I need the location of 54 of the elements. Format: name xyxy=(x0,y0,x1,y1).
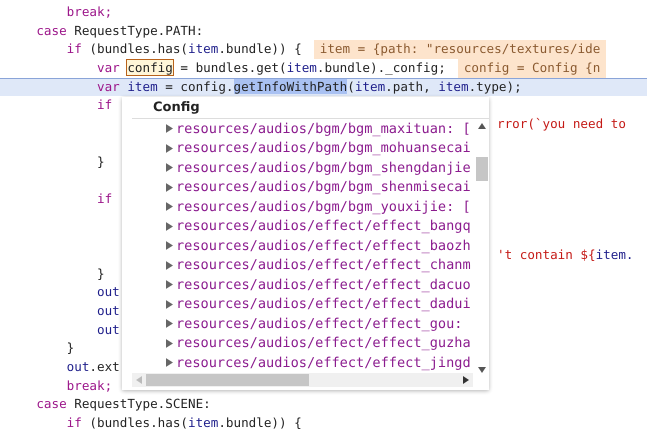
expand-caret-icon[interactable] xyxy=(166,182,173,192)
code-line: if (bundles.has(item.bundle)) { xyxy=(66,40,302,58)
code-line: out xyxy=(96,302,120,320)
code-line: case RequestType.PATH: xyxy=(35,22,204,40)
code-line: var item = config.getInfoWithPath(item.path, item.type); xyxy=(96,78,522,96)
property-item[interactable]: resources/audios/effect/effect_baozh xyxy=(122,236,475,256)
expand-caret-icon[interactable] xyxy=(166,260,173,270)
code-line: var config = bundles.get(item.bundle)._config; xyxy=(96,59,446,78)
property-item[interactable]: resources/audios/bgm/bgm_mohuansecai xyxy=(122,138,475,158)
expand-caret-icon[interactable] xyxy=(166,202,173,212)
expand-caret-icon[interactable] xyxy=(166,241,173,250)
code-line: if xyxy=(96,96,112,114)
expand-caret-icon[interactable] xyxy=(166,319,173,328)
code-line: } xyxy=(96,152,105,170)
code-line: break; xyxy=(66,376,112,395)
property-item[interactable]: resources/audios/effect/effect_dacuo xyxy=(122,275,475,294)
scroll-thumb[interactable] xyxy=(476,157,488,181)
scroll-down-icon[interactable] xyxy=(478,366,486,372)
expand-caret-icon[interactable] xyxy=(166,338,173,348)
scroll-right-icon[interactable] xyxy=(463,376,469,384)
code-line: case RequestType.SCENE: xyxy=(35,395,211,414)
code-line: out xyxy=(96,320,120,339)
value-hint: config = Config {n xyxy=(458,59,606,78)
code-line: rror(`you need to xyxy=(497,115,626,134)
expand-caret-icon[interactable] xyxy=(166,358,173,368)
code-line: } xyxy=(66,339,74,358)
property-item[interactable]: resources/audios/bgm/bgm_shengdanjie xyxy=(122,158,475,178)
horizontal-scrollbar[interactable] xyxy=(132,372,473,386)
code-line: if (bundles.has(item.bundle)) { xyxy=(66,414,302,432)
code-line: if xyxy=(96,190,112,208)
property-item[interactable]: resources/audios/bgm/bgm_shenmisecai xyxy=(122,178,475,197)
value-hint: item = {path: "resources/textures/ide xyxy=(314,40,606,60)
expand-caret-icon[interactable] xyxy=(166,144,173,153)
expand-caret-icon[interactable] xyxy=(166,300,173,309)
expand-caret-icon[interactable] xyxy=(166,222,173,231)
expand-caret-icon[interactable] xyxy=(166,280,173,290)
code-line: } xyxy=(96,264,105,283)
popup-title: Config xyxy=(132,97,489,119)
scroll-up-icon[interactable] xyxy=(478,123,486,129)
expand-caret-icon[interactable] xyxy=(166,163,173,172)
property-item[interactable]: resources/audios/bgm/bgm_maxituan: [ xyxy=(122,119,475,138)
property-item[interactable]: resources/audios/effect/effect_jingd xyxy=(122,353,475,372)
code-line: out.ext xyxy=(66,358,120,376)
property-item[interactable]: resources/audios/effect/effect_dadui xyxy=(122,294,475,314)
property-item[interactable]: resources/audios/effect/effect_bangq xyxy=(122,216,475,236)
code-line: out xyxy=(96,283,120,302)
code-line: 't contain ${item. xyxy=(497,246,634,264)
code-line: break; xyxy=(66,3,112,21)
scroll-thumb[interactable] xyxy=(146,374,309,386)
property-item[interactable]: resources/audios/effect/effect_guzha xyxy=(122,334,475,353)
property-item[interactable]: resources/audios/bgm/bgm_youxijie: [ xyxy=(122,197,475,216)
property-item[interactable]: resources/audios/effect/effect_chanm xyxy=(122,256,475,275)
expand-caret-icon[interactable] xyxy=(166,124,173,134)
property-item[interactable]: resources/audios/effect/effect_gou: xyxy=(122,314,475,334)
